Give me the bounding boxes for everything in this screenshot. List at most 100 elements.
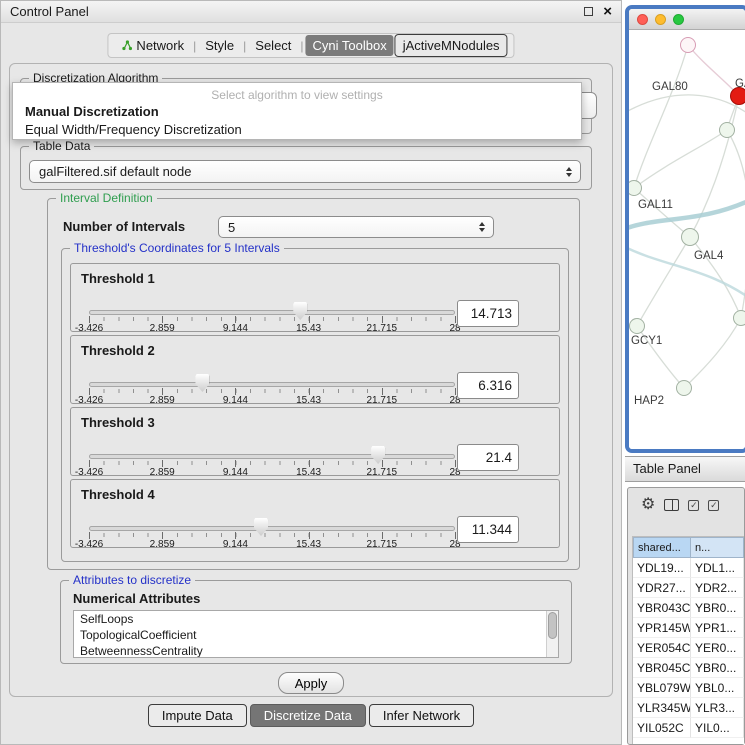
slider-major-tick [382,316,383,323]
threshold-1-value-field[interactable]: 14.713 [457,300,519,327]
zoom-traffic-light-icon[interactable] [673,14,684,25]
table-cell[interactable]: YDL19... [633,558,691,578]
tab-infer-network[interactable]: Infer Network [369,704,474,727]
gear-icon[interactable]: ⚙ [641,497,655,513]
table-cell[interactable]: YER0... [691,638,744,658]
dropdown-option-manual-discretization[interactable]: Manual Discretization [13,103,581,120]
checkbox-icon[interactable]: ✓ [708,500,719,511]
table-row[interactable]: YBR043CYBR0... [633,598,744,618]
attribute-list-item[interactable]: TopologicalCoefficient [74,627,558,643]
attribute-list-item[interactable]: SelfLoops [74,611,558,627]
table-cell[interactable]: YBL079W [633,678,691,698]
dropdown-option-equal-width[interactable]: Equal Width/Frequency Discretization [13,121,581,138]
tab-cyni-toolbox[interactable]: Cyni Toolbox [306,35,394,56]
tab-select[interactable]: Select [248,35,298,56]
column-header-name[interactable]: n... [691,537,744,558]
slider-scale-label: 2.859 [150,539,175,550]
network-node[interactable] [676,380,692,396]
table-cell[interactable]: YBL0... [691,678,744,698]
control-panel-title: Control Panel [10,4,89,19]
close-traffic-light-icon[interactable] [637,14,648,25]
slider-track[interactable] [89,454,455,459]
numerical-attributes-list[interactable]: SelfLoopsTopologicalCoefficientBetweenne… [73,610,559,658]
threshold-3-slider[interactable]: -3.4262.8599.14415.4321.71528 [89,446,455,476]
node-attribute-table: shared... n... YDL19...YDL1...YDR27...YD… [632,536,744,744]
threshold-3-value-field[interactable]: 21.4 [457,444,519,471]
table-row[interactable]: YLR345WYLR3... [633,698,744,718]
tab-discretize-data[interactable]: Discretize Data [250,704,366,727]
slider-track[interactable] [89,382,455,387]
algorithm-dropdown-popup: Select algorithm to view settings Manual… [12,82,582,140]
table-row[interactable]: YDL19...YDL1... [633,558,744,578]
table-row[interactable]: YBL079WYBL0... [633,678,744,698]
network-node[interactable] [719,122,735,138]
columns-icon[interactable] [664,499,679,511]
list-scrollbar[interactable] [546,611,558,657]
table-cell[interactable]: YBR045C [633,658,691,678]
network-node[interactable] [629,318,645,334]
tab-separator: | [299,39,304,53]
close-icon[interactable]: × [603,4,612,19]
table-cell[interactable]: YLR345W [633,698,691,718]
threshold-1-slider[interactable]: -3.4262.8599.14415.4321.71528 [89,302,455,332]
table-cell[interactable]: YBR0... [691,658,744,678]
group-title: Table Data [29,139,94,153]
threshold-2-slider[interactable]: -3.4262.8599.14415.4321.71528 [89,374,455,404]
network-canvas[interactable]: GAL80GAGAL11GAL4GCY1HAP2 [629,30,745,449]
table-cell[interactable]: YLR3... [691,698,744,718]
scrollbar-thumb[interactable] [548,612,557,639]
tab-jactivemnodules[interactable]: jActiveMNodules [395,34,508,57]
table-row[interactable]: YDR27...YDR2... [633,578,744,598]
apply-button[interactable]: Apply [278,672,344,694]
tab-label: Network [136,38,184,53]
slider-major-tick [89,460,90,467]
slider-major-tick [309,532,310,539]
threshold-1-label: Threshold 1 [81,271,155,286]
table-row[interactable]: YER054CYER0... [633,638,744,658]
column-header-shared[interactable]: shared... [633,537,691,558]
slider-major-tick [235,316,236,323]
network-node[interactable] [680,37,696,53]
table-row[interactable]: YBR045CYBR0... [633,658,744,678]
checkbox-icon[interactable]: ✓ [688,500,699,511]
slider-major-tick [162,316,163,323]
slider-scale-label: 21.715 [367,395,398,406]
slider-major-tick [235,460,236,467]
table-row[interactable]: YPR145WYPR1... [633,618,744,638]
tab-style[interactable]: Style [198,35,241,56]
tab-separator: | [242,39,247,53]
table-data-combobox[interactable]: galFiltered.sif default node [29,160,581,183]
tab-network[interactable]: Network [114,35,191,56]
network-node[interactable] [681,228,699,246]
table-cell[interactable]: YER054C [633,638,691,658]
attribute-list-item[interactable]: BetweennessCentrality [74,643,558,658]
table-cell[interactable]: YIL0... [691,718,744,738]
table-panel-window: ⚙ ✓ ✓ shared... n... YDL19...YDL1...YDR2… [627,487,745,745]
slider-track[interactable] [89,526,455,531]
threshold-4-value-field[interactable]: 11.344 [457,516,519,543]
minimize-traffic-light-icon[interactable] [655,14,666,25]
number-of-intervals-combobox[interactable]: 5 [218,216,494,238]
table-toolbar: ⚙ ✓ ✓ [628,488,744,522]
number-of-intervals-value: 5 [228,220,235,235]
table-cell[interactable]: YPR1... [691,618,744,638]
slider-major-tick [235,532,236,539]
table-cell[interactable]: YPR145W [633,618,691,638]
network-node[interactable] [733,310,745,326]
table-cell[interactable]: YBR043C [633,598,691,618]
float-window-icon[interactable] [584,7,593,16]
threshold-2-value-field[interactable]: 6.316 [457,372,519,399]
network-tab-icon [121,40,132,51]
table-cell[interactable]: YDR27... [633,578,691,598]
table-row[interactable]: YIL052CYIL0... [633,718,744,738]
threshold-4-slider[interactable]: -3.4262.8599.14415.4321.71528 [89,518,455,548]
table-cell[interactable]: YDR2... [691,578,744,598]
slider-scale-label: 2.859 [150,467,175,478]
table-cell[interactable]: YIL052C [633,718,691,738]
table-panel-header[interactable]: Table Panel [625,456,745,482]
table-cell[interactable]: YDL1... [691,558,744,578]
slider-track[interactable] [89,310,455,315]
table-cell[interactable]: YBR0... [691,598,744,618]
tab-impute-data[interactable]: Impute Data [148,704,247,727]
slider-scale-label: -3.426 [75,323,103,334]
